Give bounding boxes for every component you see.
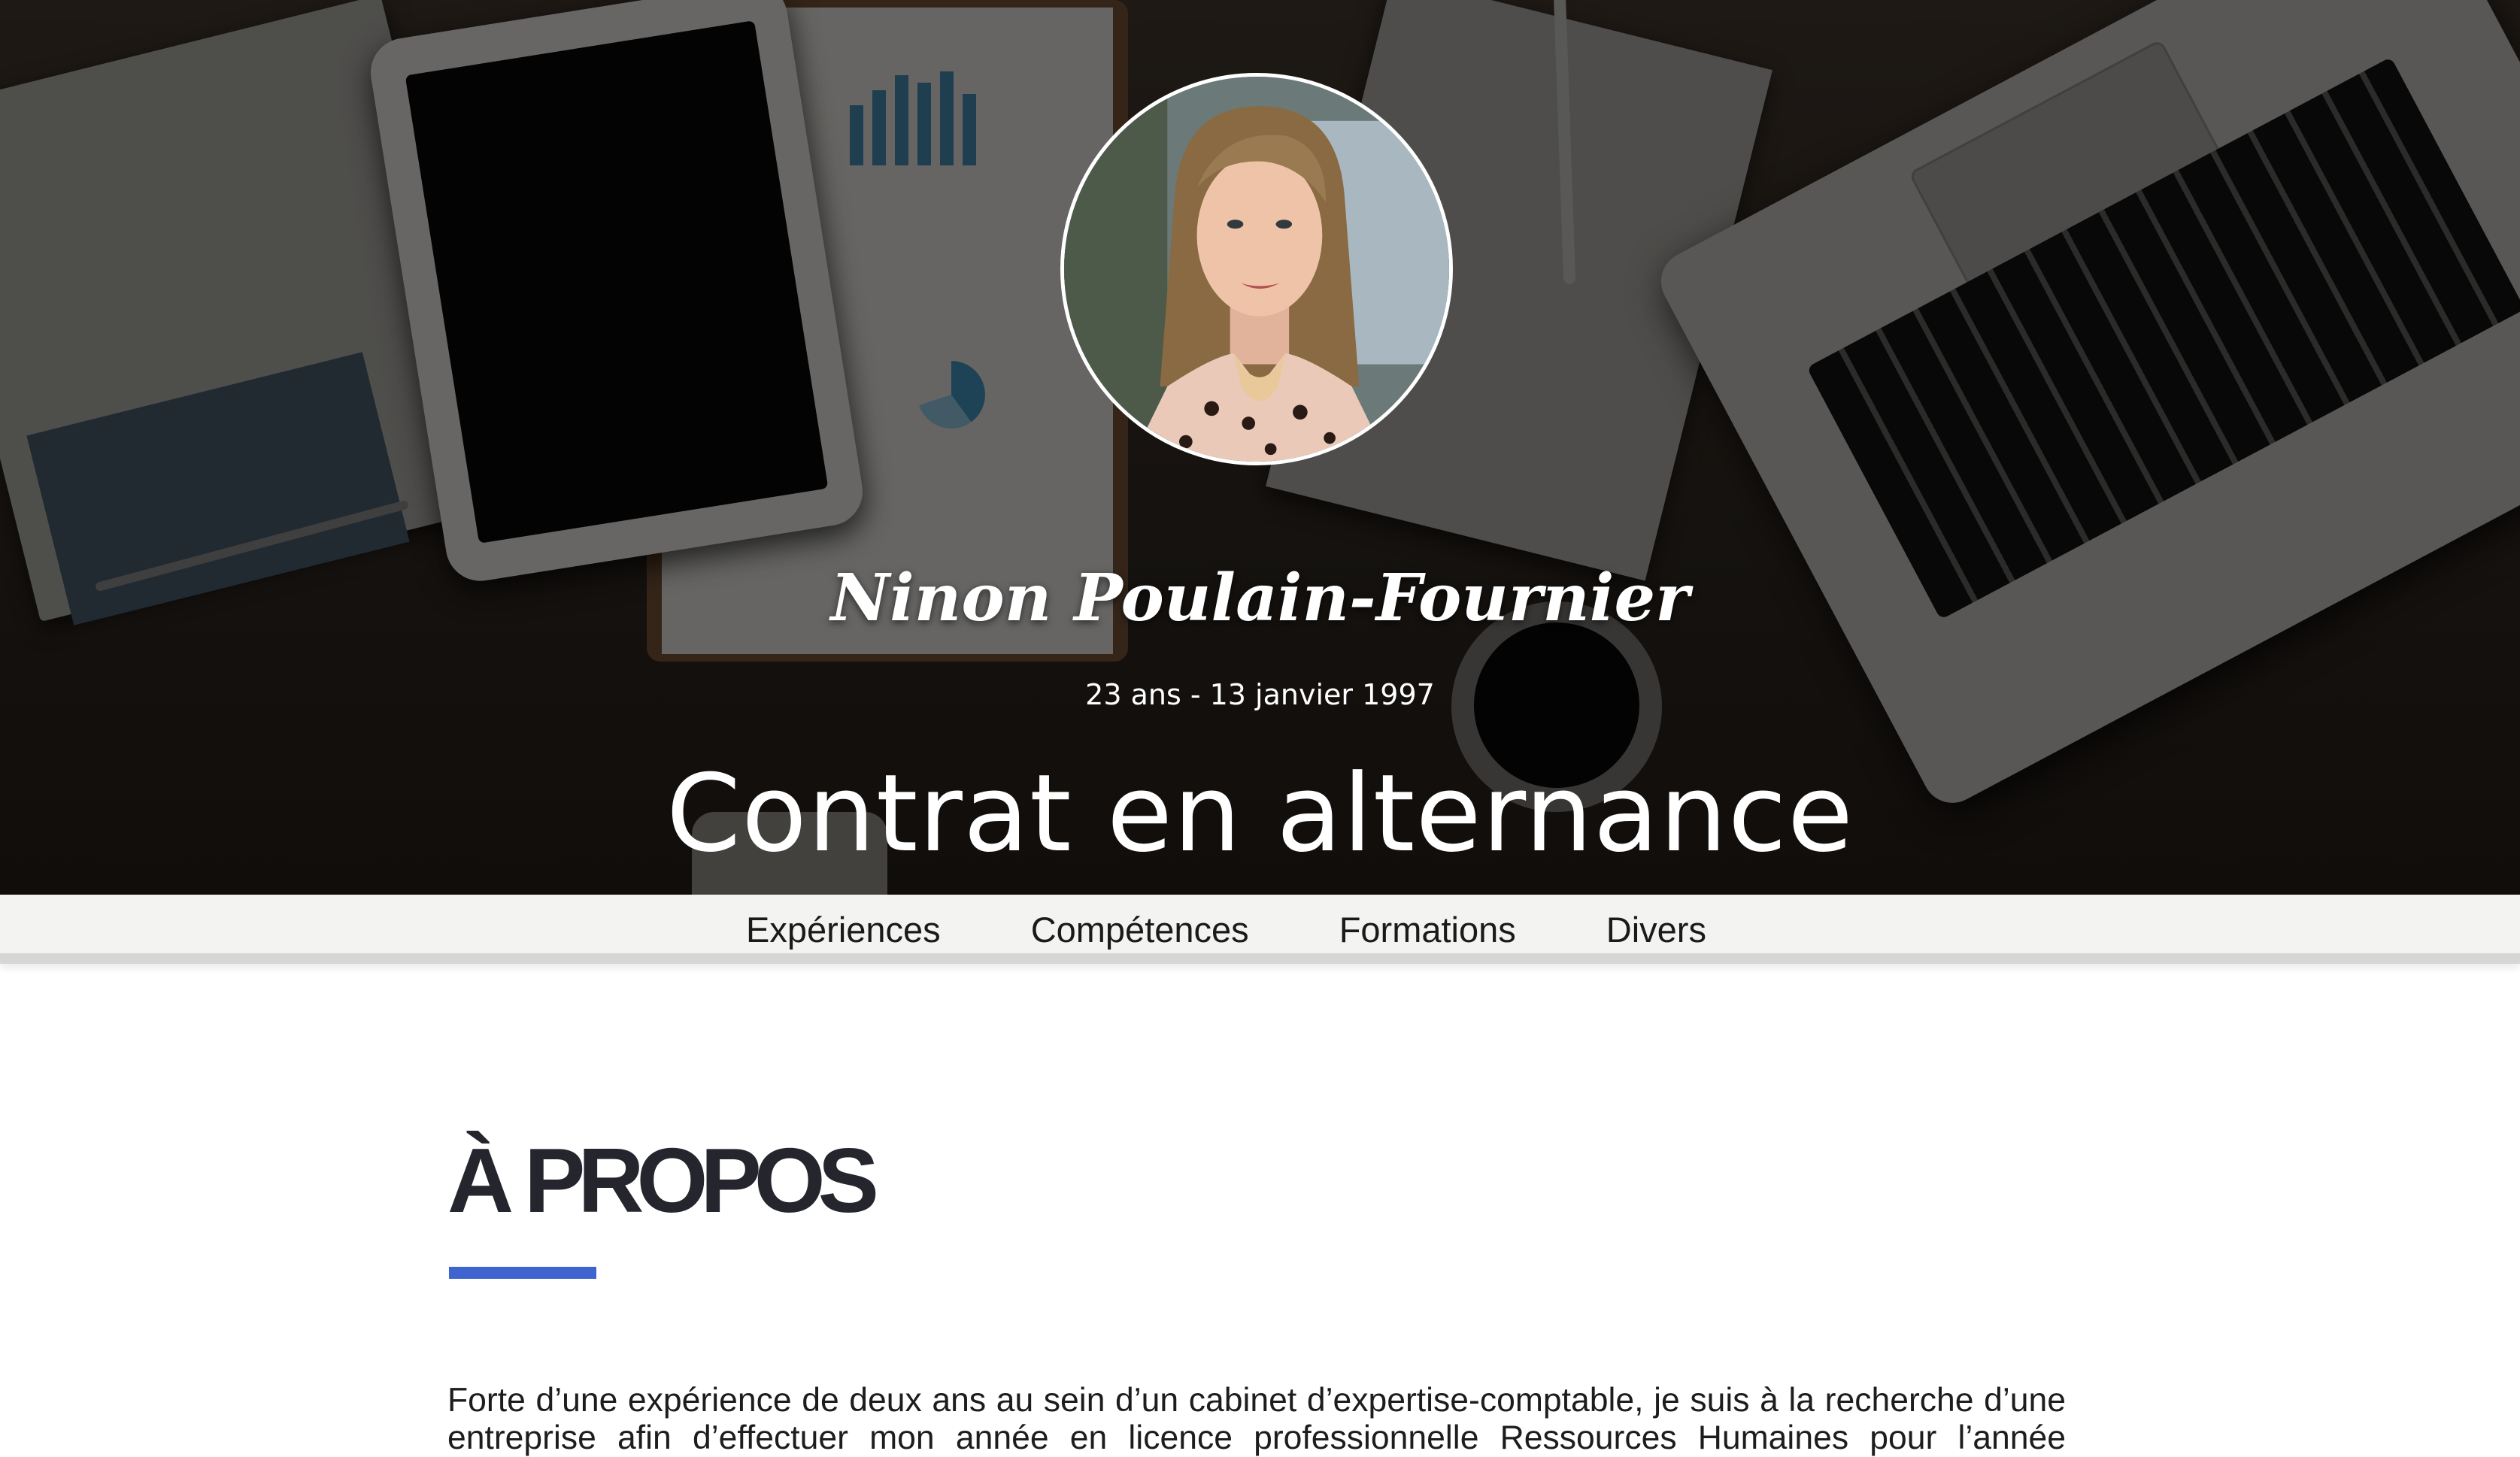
nav-item-competences[interactable]: Compétences: [1031, 898, 1249, 950]
hero-banner: Ninon Poulain-Fournier 23 ans - 13 janvi…: [0, 0, 2520, 895]
avatar: [1060, 73, 1453, 465]
about-paragraph: Forte d’une expérience de deux ans au se…: [447, 1382, 2066, 1456]
nav-item-formations[interactable]: Formations: [1339, 898, 1516, 950]
main-navigation: Expériences Compétences Formations Diver…: [0, 895, 2520, 964]
nav-item-experiences[interactable]: Expériences: [746, 898, 941, 950]
profile-headline: Contrat en alternance: [666, 752, 1854, 876]
nav-item-divers[interactable]: Divers: [1606, 898, 1706, 950]
profile-age-birthdate: 23 ans - 13 janvier 1997: [1085, 678, 1435, 711]
about-heading-underline: [449, 1267, 596, 1279]
about-heading: À PROPOS: [447, 1129, 879, 1231]
profile-name: Ninon Poulain-Fournier: [830, 560, 1690, 636]
avatar-photo-icon: [1064, 77, 1449, 462]
